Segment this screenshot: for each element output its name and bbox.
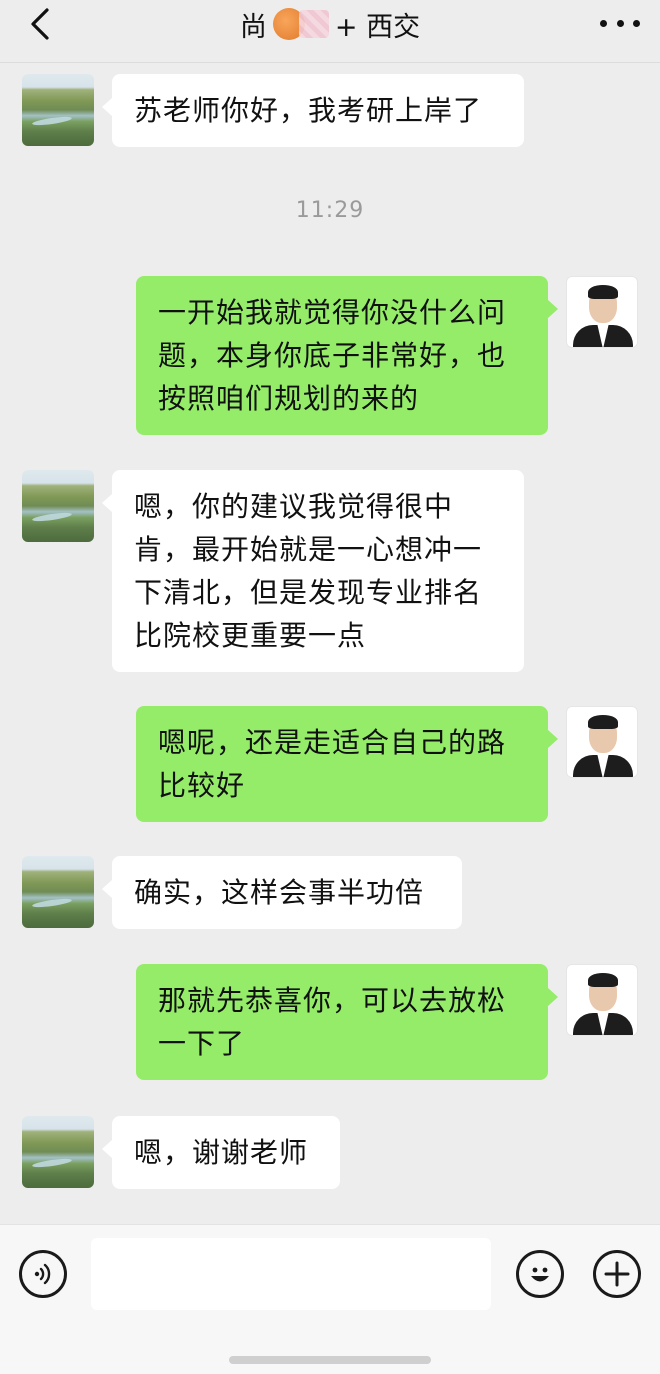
message-text: 那就先恭喜你，可以去放松一下了 [158,984,507,1060]
home-indicator[interactable] [229,1356,431,1364]
more-dot [616,19,624,27]
message-text: 嗯，你的建议我觉得很中肯，最开始就是一心想冲一下清北，但是发现专业排名比院校更重… [134,490,483,652]
message-bubble-incoming[interactable]: 苏老师你好，我考研上岸了 [102,74,524,147]
message-bubble-incoming[interactable]: 确实，这样会事半功倍 [102,856,462,929]
message-text: 嗯，谢谢老师 [134,1136,309,1169]
contact-avatar[interactable] [22,1116,94,1188]
voice-icon [34,1263,51,1285]
message-bubble-outgoing[interactable]: 嗯呢，还是走适合自己的路比较好 [136,706,558,822]
emoji-button[interactable] [516,1250,564,1298]
chat-title: 尚 + 西交 [0,4,660,44]
plus-button[interactable] [593,1250,641,1298]
chat-title-right: + 西交 [334,11,421,43]
my-avatar[interactable] [566,276,638,348]
message-bubble-incoming[interactable]: 嗯，你的建议我觉得很中肯，最开始就是一心想冲一下清北，但是发现专业排名比院校更重… [102,470,524,672]
more-dot [600,19,607,27]
voice-button[interactable] [19,1250,67,1298]
message-timestamp: 11:29 [295,198,365,223]
message-input[interactable] [91,1238,491,1310]
my-avatar[interactable] [566,964,638,1036]
contact-avatar[interactable] [22,74,94,146]
contact-avatar[interactable] [22,470,94,542]
header-divider [0,62,660,63]
message-text: 嗯呢，还是走适合自己的路比较好 [158,726,507,802]
my-avatar[interactable] [566,706,638,778]
message-text: 确实，这样会事半功倍 [134,876,425,909]
message-text: 一开始我就觉得你没什么问题，本身你底子非常好，也按照咱们规划的来的 [158,296,507,415]
message-bubble-incoming[interactable]: 嗯，谢谢老师 [102,1116,340,1189]
blurred-name-avatar [271,6,333,42]
chat-title-left: 尚 [239,11,267,43]
more-button[interactable] [600,8,640,38]
more-dot [633,19,640,27]
emoji-icon [531,1267,549,1282]
message-bubble-outgoing[interactable]: 那就先恭喜你，可以去放松一下了 [136,964,558,1080]
chat-header: 尚 + 西交 [0,0,660,62]
message-bubble-outgoing[interactable]: 一开始我就觉得你没什么问题，本身你底子非常好，也按照咱们规划的来的 [136,276,558,435]
plus-icon [604,1261,630,1287]
contact-avatar[interactable] [22,856,94,928]
message-text: 苏老师你好，我考研上岸了 [134,94,483,127]
